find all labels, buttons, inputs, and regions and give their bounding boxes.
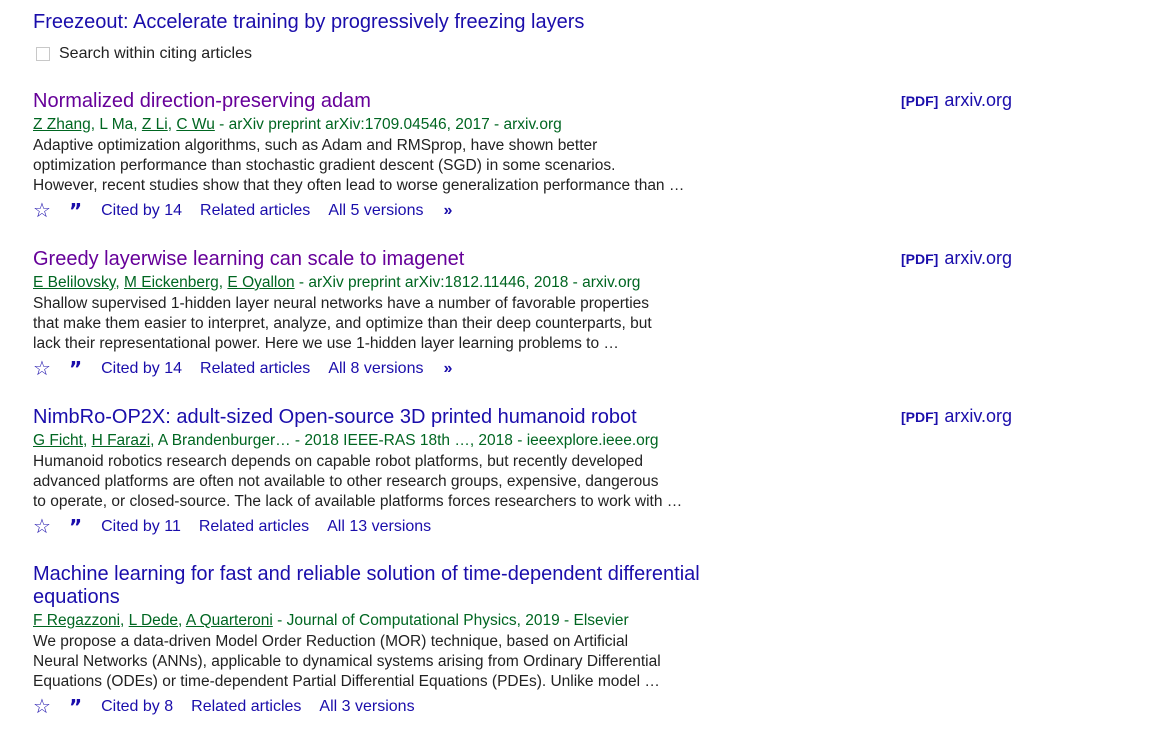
star-icon[interactable]: ☆ (33, 201, 51, 221)
related-articles-link[interactable]: Related articles (191, 698, 301, 716)
author-link[interactable]: Z Li (142, 116, 168, 133)
cited-by-link[interactable]: Cited by 14 (101, 360, 182, 378)
cited-by-link[interactable]: Cited by 14 (101, 202, 182, 220)
star-icon[interactable]: ☆ (33, 359, 51, 379)
author-link[interactable]: F Regazzoni (33, 612, 120, 629)
pdf-tag: [PDF] (901, 251, 939, 267)
result-authors: E Belilovsky, M Eickenberg, E Oyallon - … (33, 274, 641, 291)
cited-by-link[interactable]: Cited by 8 (101, 698, 173, 716)
pdf-link[interactable]: [PDF] arxiv.org (901, 248, 1012, 269)
quote-icon[interactable]: ” (69, 359, 82, 379)
all-versions-link[interactable]: All 13 versions (327, 518, 431, 536)
result-title[interactable]: Machine learning for fast and reliable s… (33, 563, 753, 609)
result-source: - Journal of Computational Physics, 2019… (272, 612, 629, 629)
result-authors: F Regazzoni, L Dede, A Quarteroni - Jour… (33, 612, 629, 629)
result-snippet: Humanoid robotics research depends on ca… (33, 453, 683, 510)
all-versions-link[interactable]: All 5 versions (328, 202, 423, 220)
result-item: Machine learning for fast and reliable s… (33, 563, 1133, 720)
star-icon[interactable]: ☆ (33, 517, 51, 537)
citing-article-title[interactable]: Freezeout: Accelerate training by progre… (33, 9, 584, 35)
result-authors: G Ficht, H Farazi, A Brandenburger… - 20… (33, 432, 659, 449)
result-source: - arXiv preprint arXiv:1812.11446, 2018 … (294, 274, 641, 291)
author-link[interactable]: L Dede (129, 612, 178, 629)
author-link[interactable]: G Ficht (33, 432, 83, 449)
related-articles-link[interactable]: Related articles (199, 518, 309, 536)
result-actions: ☆ ” Cited by 8 Related articles All 3 ve… (33, 694, 1133, 720)
author-link[interactable]: H Farazi (92, 432, 151, 449)
quote-icon[interactable]: ” (69, 697, 82, 717)
result-source: - arXiv preprint arXiv:1709.04546, 2017 … (214, 116, 562, 133)
search-within-checkbox[interactable] (36, 47, 50, 61)
author-name: L Ma (99, 116, 134, 133)
result-title[interactable]: NimbRo-OP2X: adult-sized Open-source 3D … (33, 406, 753, 429)
author-link[interactable]: M Eickenberg (124, 274, 219, 291)
related-articles-link[interactable]: Related articles (200, 202, 310, 220)
author-link[interactable]: E Oyallon (227, 274, 294, 291)
result-actions: ☆ ” Cited by 14 Related articles All 8 v… (33, 356, 1133, 382)
pdf-source[interactable]: arxiv.org (944, 90, 1012, 110)
quote-icon[interactable]: ” (69, 201, 82, 221)
pdf-source[interactable]: arxiv.org (944, 406, 1012, 426)
all-versions-link[interactable]: All 3 versions (319, 698, 414, 716)
related-articles-link[interactable]: Related articles (200, 360, 310, 378)
result-snippet: We propose a data-driven Model Order Red… (33, 633, 661, 690)
result-actions: ☆ ” Cited by 14 Related articles All 5 v… (33, 198, 1133, 224)
result-authors: Z Zhang, L Ma, Z Li, C Wu - arXiv prepri… (33, 116, 562, 133)
pdf-link[interactable]: [PDF] arxiv.org (901, 406, 1012, 427)
result-snippet: Adaptive optimization algorithms, such a… (33, 137, 685, 194)
author-link[interactable]: C Wu (176, 116, 214, 133)
result-snippet: Shallow supervised 1-hidden layer neural… (33, 295, 652, 352)
pdf-source[interactable]: arxiv.org (944, 248, 1012, 268)
pdf-link[interactable]: [PDF] arxiv.org (901, 90, 1012, 111)
double-chevron-right-icon[interactable]: » (443, 202, 452, 220)
double-chevron-right-icon[interactable]: » (443, 360, 452, 378)
result-title[interactable]: Normalized direction-preserving adam (33, 90, 753, 113)
search-within-label: Search within citing articles (59, 45, 252, 62)
result-actions: ☆ ” Cited by 11 Related articles All 13 … (33, 514, 1133, 540)
cited-by-link[interactable]: Cited by 11 (101, 518, 181, 536)
result-title[interactable]: Greedy layerwise learning can scale to i… (33, 248, 753, 271)
result-source: - 2018 IEEE-RAS 18th …, 2018 - ieeexplor… (290, 432, 659, 449)
pdf-tag: [PDF] (901, 93, 939, 109)
quote-icon[interactable]: ” (69, 517, 82, 537)
author-name: A Brandenburger… (157, 432, 291, 449)
author-link[interactable]: A Quarteroni (186, 612, 273, 629)
author-link[interactable]: E Belilovsky (33, 274, 115, 291)
star-icon[interactable]: ☆ (33, 697, 51, 717)
pdf-tag: [PDF] (901, 409, 939, 425)
author-link[interactable]: Z Zhang (33, 116, 91, 133)
all-versions-link[interactable]: All 8 versions (328, 360, 423, 378)
search-within-citing[interactable]: Search within citing articles (36, 45, 252, 63)
